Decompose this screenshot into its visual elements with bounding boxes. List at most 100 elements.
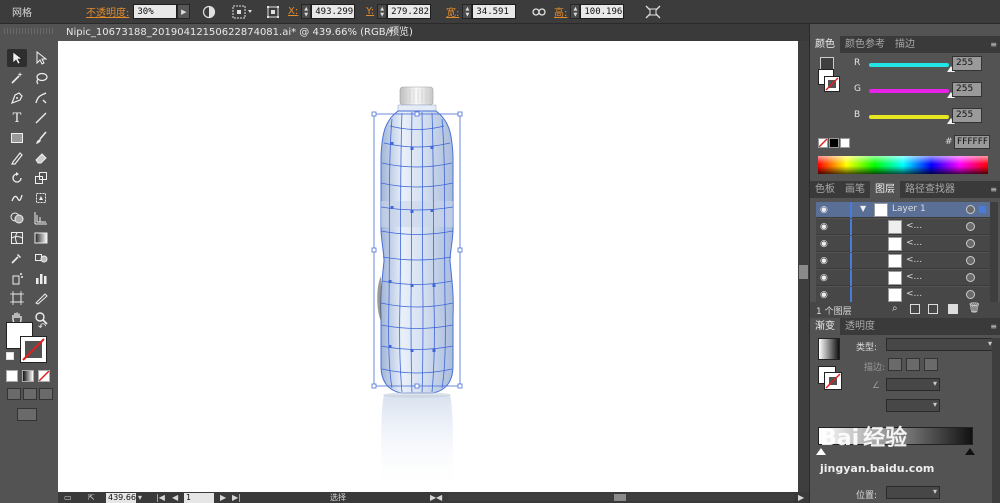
gradient-mode-icon[interactable] bbox=[22, 370, 34, 382]
hscroll-right-icon[interactable]: ▶ bbox=[798, 492, 804, 503]
tab-brushes[interactable]: 画笔 bbox=[840, 181, 870, 198]
swap-fill-stroke-icon[interactable]: ↶ bbox=[38, 322, 46, 333]
tab-pathfinder[interactable]: 路径查找器 bbox=[900, 181, 960, 198]
tab-gradient[interactable]: 渐变 bbox=[810, 318, 840, 335]
line-segment-tool-icon[interactable] bbox=[31, 109, 51, 127]
document-tab[interactable]: Nipic_10673188_20190412150622874081.ai* … bbox=[58, 24, 413, 41]
tab-swatches[interactable]: 色板 bbox=[810, 181, 840, 198]
screen-mode-icon[interactable] bbox=[17, 408, 37, 421]
y-field[interactable]: 279.282 p bbox=[387, 4, 432, 19]
rotate-tool-icon[interactable] bbox=[7, 169, 27, 187]
isolate-mode-icon[interactable] bbox=[644, 3, 662, 21]
tab-color[interactable]: 颜色 bbox=[810, 36, 840, 53]
direct-selection-tool-icon[interactable] bbox=[31, 49, 51, 67]
disclosure-triangle-icon[interactable]: ▼ bbox=[860, 204, 866, 213]
symbol-sprayer-tool-icon[interactable] bbox=[7, 269, 27, 287]
gradient-tool-icon[interactable] bbox=[31, 229, 51, 247]
green-value-field[interactable]: 255 bbox=[952, 82, 982, 97]
stroke-within-icon[interactable] bbox=[888, 358, 902, 371]
layer-row[interactable]: ◉ <... bbox=[816, 270, 996, 286]
layer-row-parent[interactable]: ◉ ▼ Layer 1 bbox=[816, 202, 996, 218]
zoom-field[interactable]: 439.66 bbox=[106, 493, 136, 503]
opacity-field[interactable]: 30% bbox=[133, 4, 178, 19]
green-slider-track[interactable] bbox=[869, 89, 949, 93]
color-panel-menu-icon[interactable]: ≡ bbox=[990, 40, 997, 49]
perspective-grid-tool-icon[interactable] bbox=[31, 209, 51, 227]
color-spectrum[interactable] bbox=[818, 156, 988, 174]
constrain-proportions-icon[interactable] bbox=[530, 3, 548, 21]
sublayer-target-icon[interactable] bbox=[966, 256, 975, 265]
tab-color-guide[interactable]: 颜色参考 bbox=[840, 36, 890, 53]
free-transform-tool-icon[interactable] bbox=[31, 189, 51, 207]
artboard[interactable] bbox=[58, 41, 798, 492]
selection-tool-icon[interactable] bbox=[7, 49, 27, 67]
red-value-field[interactable]: 255 bbox=[952, 56, 982, 71]
gradient-stroke-swatch[interactable] bbox=[824, 372, 842, 390]
scale-tool-icon[interactable] bbox=[31, 169, 51, 187]
x-field[interactable]: 493.299 p bbox=[311, 4, 356, 19]
status-doc-icon[interactable]: ▭ bbox=[64, 492, 72, 503]
gradient-type-dropdown[interactable]: ▾ bbox=[886, 338, 996, 351]
height-stepper[interactable]: ▲ ▼ bbox=[570, 4, 581, 19]
create-sublayer-icon[interactable] bbox=[928, 304, 938, 314]
type-tool-icon[interactable]: T bbox=[7, 109, 27, 127]
pen-tool-icon[interactable] bbox=[7, 89, 27, 107]
sublayer-target-icon[interactable] bbox=[966, 290, 975, 299]
sublayer-name[interactable]: <... bbox=[906, 289, 922, 299]
draw-normal-icon[interactable] bbox=[7, 388, 21, 400]
stroke-along-icon[interactable] bbox=[906, 358, 920, 371]
blue-slider-track[interactable] bbox=[869, 115, 949, 119]
pencil-tool-icon[interactable] bbox=[7, 149, 27, 167]
gradient-aspect-field[interactable]: ▾ bbox=[886, 399, 940, 412]
sublayer-target-icon[interactable] bbox=[966, 273, 975, 282]
draw-behind-icon[interactable] bbox=[23, 388, 37, 400]
none-color-swatch[interactable] bbox=[818, 138, 828, 148]
tab-layers[interactable]: 图层 bbox=[870, 181, 900, 198]
canvas-vertical-scrollbar[interactable] bbox=[798, 41, 809, 492]
water-bottle-artwork[interactable] bbox=[362, 81, 474, 492]
gradient-stop-end[interactable] bbox=[965, 448, 975, 455]
warp-tool-icon[interactable] bbox=[7, 189, 27, 207]
artboard-tool-icon[interactable] bbox=[7, 289, 27, 307]
sublayer-name[interactable]: <... bbox=[906, 272, 922, 282]
create-layer-icon[interactable] bbox=[948, 304, 958, 314]
canvas-horizontal-scrollbar[interactable] bbox=[448, 494, 794, 501]
y-label[interactable]: Y: bbox=[366, 6, 374, 17]
make-clipping-mask-icon[interactable] bbox=[910, 304, 920, 314]
canvas[interactable] bbox=[58, 41, 798, 492]
last-artboard-icon[interactable]: ▶| bbox=[232, 492, 241, 503]
transform-icon[interactable] bbox=[264, 3, 282, 21]
x-label[interactable]: X: bbox=[288, 6, 298, 17]
status-export-icon[interactable]: ⇱ bbox=[88, 492, 95, 503]
rectangle-tool-icon[interactable] bbox=[7, 129, 27, 147]
eye-icon[interactable]: ◉ bbox=[820, 273, 828, 283]
none-mode-icon[interactable] bbox=[38, 370, 50, 382]
sublayer-name[interactable]: <... bbox=[906, 255, 922, 265]
layers-scrollbar[interactable] bbox=[990, 202, 998, 302]
canvas-scroll-thumb[interactable] bbox=[799, 265, 808, 279]
height-label[interactable]: 高: bbox=[554, 4, 567, 19]
shape-builder-tool-icon[interactable] bbox=[7, 209, 27, 227]
layer-row[interactable]: ◉ <... bbox=[816, 287, 996, 303]
magic-wand-tool-icon[interactable] bbox=[7, 69, 27, 87]
layer-target-icon[interactable] bbox=[966, 205, 975, 214]
x-stepper[interactable]: ▲ ▼ bbox=[301, 4, 312, 19]
eye-icon[interactable]: ◉ bbox=[820, 222, 828, 232]
curvature-tool-icon[interactable] bbox=[31, 89, 51, 107]
column-graph-tool-icon[interactable] bbox=[31, 269, 51, 287]
layer-row[interactable]: ◉ <... bbox=[816, 253, 996, 269]
sublayer-target-icon[interactable] bbox=[966, 222, 975, 231]
height-field[interactable]: 100.196 p bbox=[580, 4, 625, 19]
zoom-dropdown-icon[interactable]: ▾ bbox=[138, 492, 142, 503]
layers-panel-menu-icon[interactable]: ≡ bbox=[990, 185, 997, 194]
close-tab-icon[interactable]: × bbox=[386, 24, 394, 41]
hscroll-left-icon[interactable]: ◀ bbox=[436, 492, 442, 503]
toolbox-grip[interactable] bbox=[4, 28, 54, 34]
tab-stroke[interactable]: 描边 bbox=[890, 36, 920, 53]
recolor-icon[interactable] bbox=[200, 3, 218, 21]
gradient-position-field[interactable]: ▾ bbox=[886, 486, 940, 499]
blue-value-field[interactable]: 255 bbox=[952, 108, 982, 123]
gradient-preview-swatch[interactable] bbox=[818, 338, 840, 360]
reference-point-icon[interactable] bbox=[230, 3, 256, 21]
sublayer-target-icon[interactable] bbox=[966, 239, 975, 248]
